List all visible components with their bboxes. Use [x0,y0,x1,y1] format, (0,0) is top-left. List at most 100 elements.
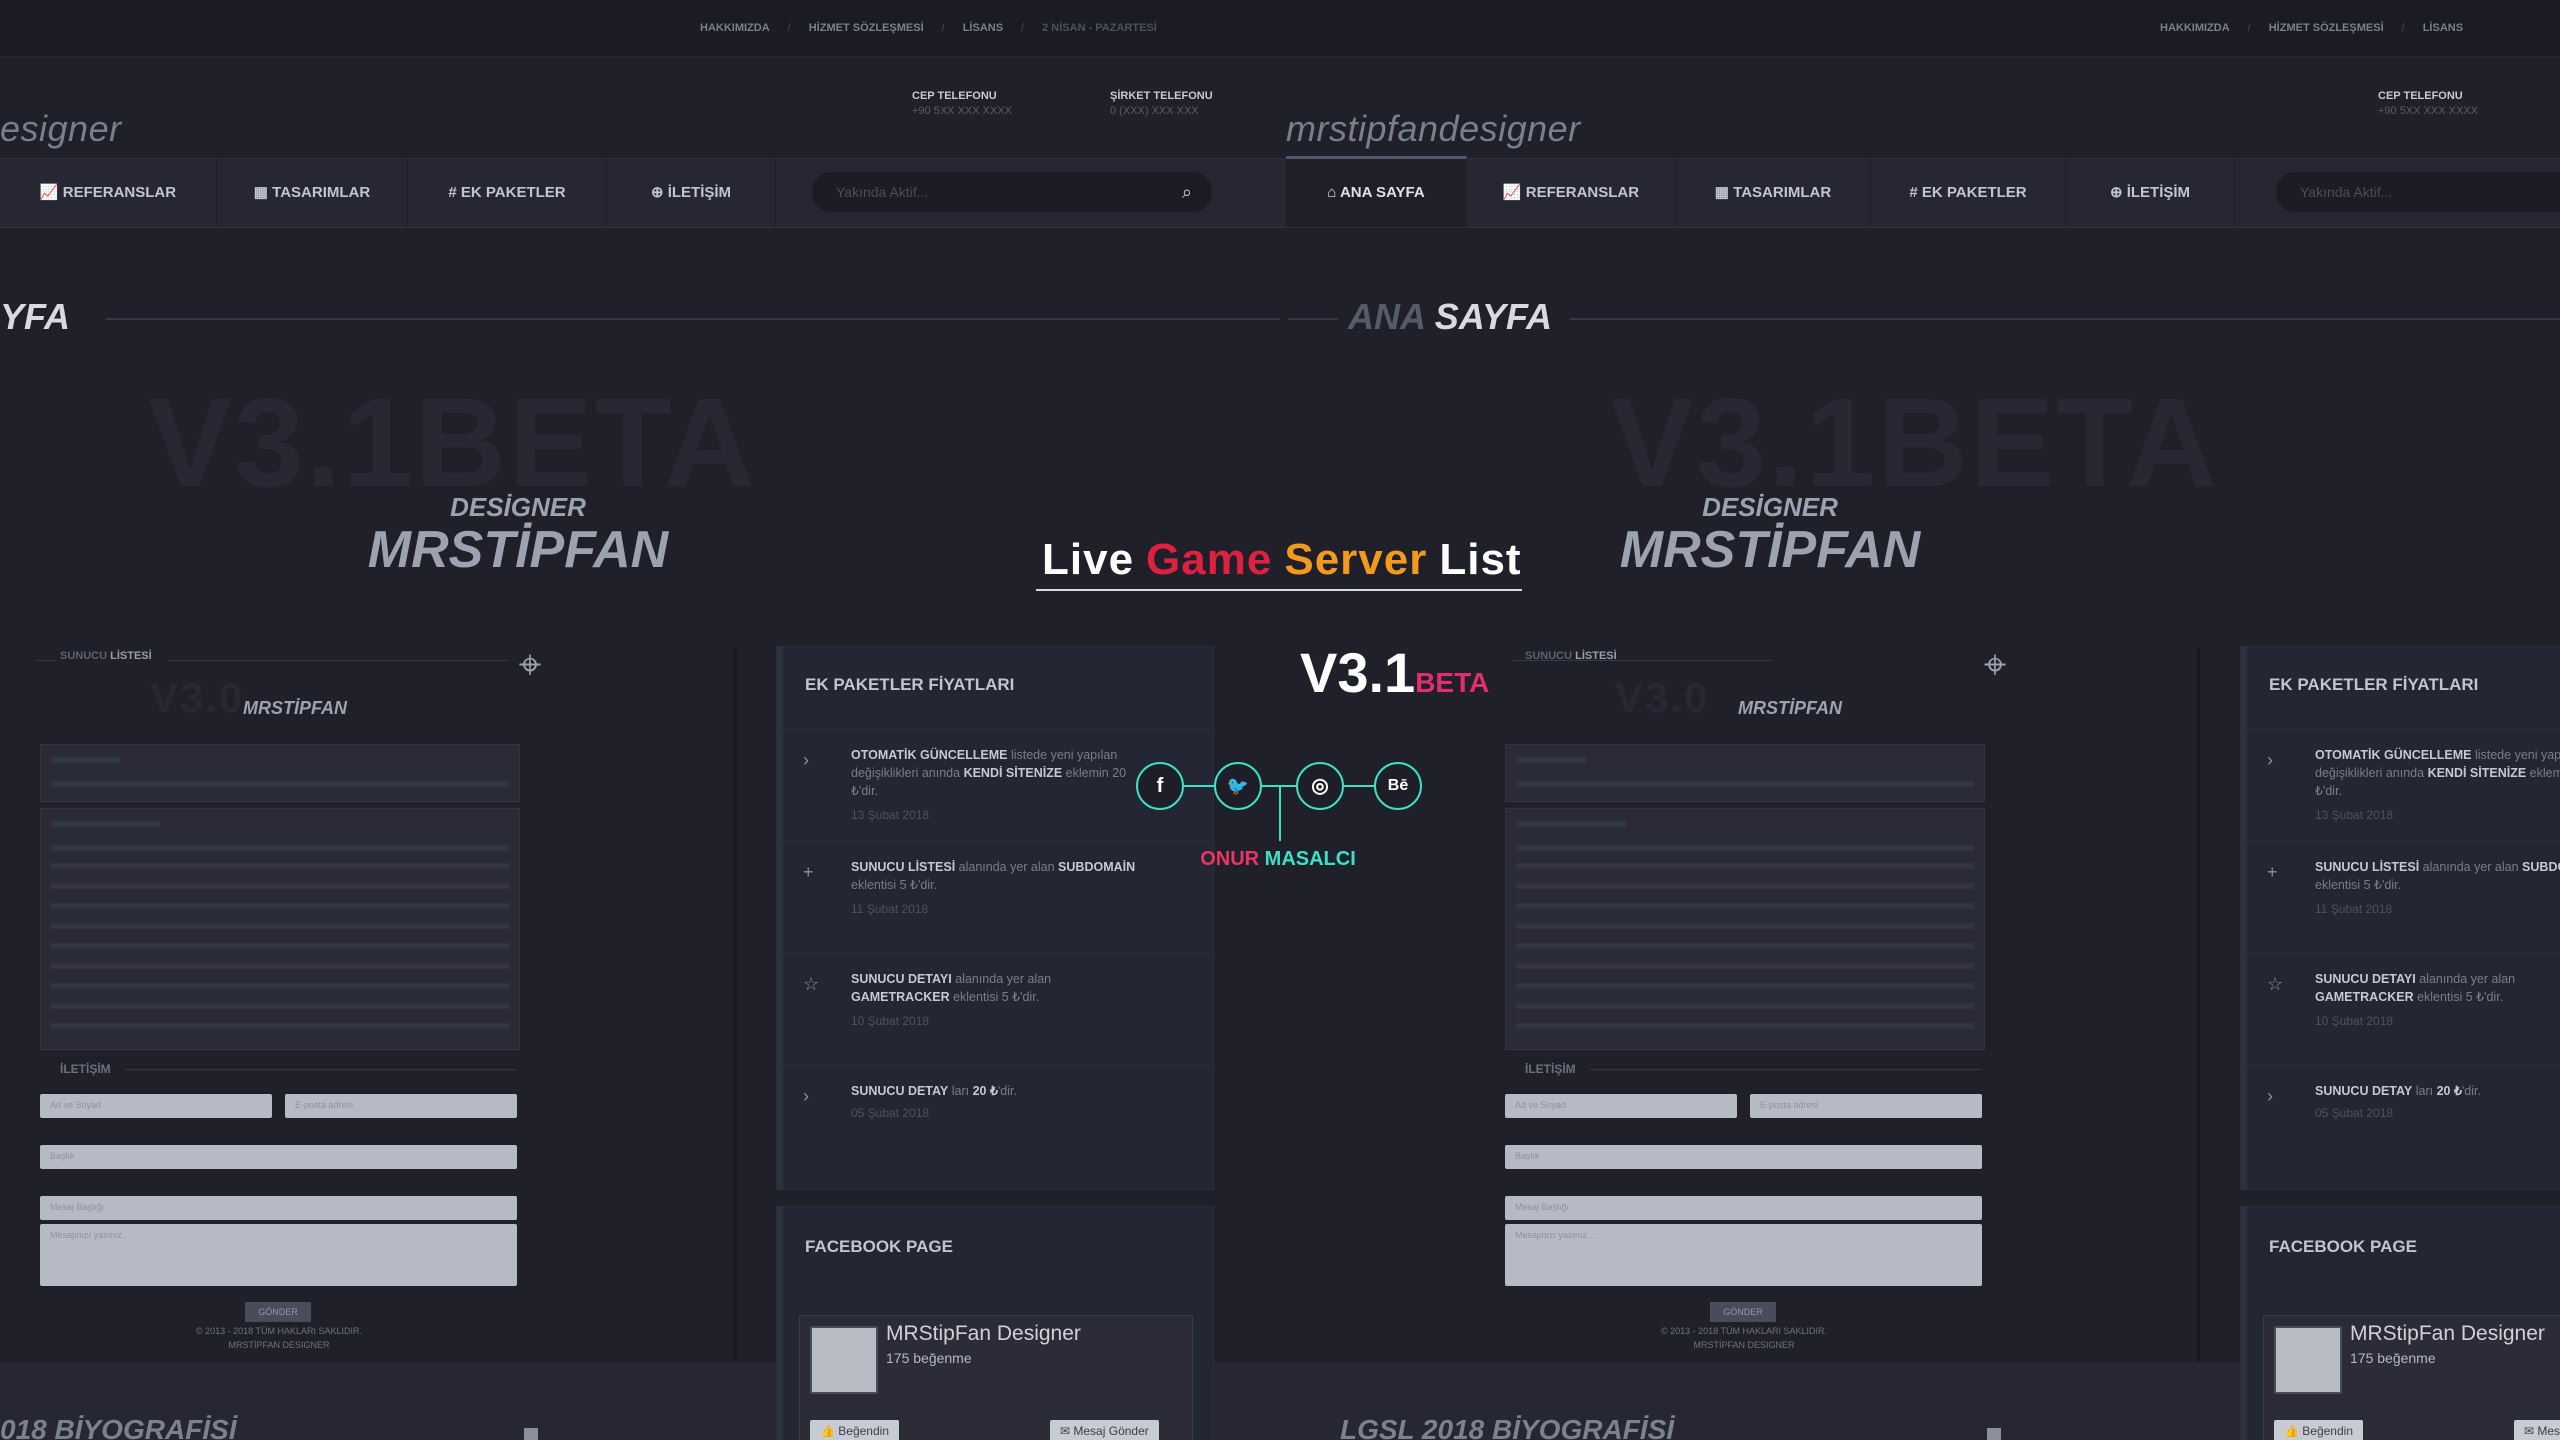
contact-line [1590,1069,1982,1070]
facebook-widget[interactable]: MRStipFan Designer 175 beğenme 👍 Beğendi… [799,1315,1193,1440]
facebook-title: FACEBOOK PAGE [805,1237,953,1256]
headline-live: Live [1042,535,1135,584]
send-button[interactable]: GÖNDER [1710,1302,1776,1322]
nav-packages[interactable]: # EK PAKETLER [1871,159,2066,227]
headline-game: Game [1146,535,1273,584]
message-title-field[interactable]: Mesaj Başlığı [1505,1196,1982,1220]
instagram-icon[interactable]: ◎ [1296,762,1344,810]
mobile-value: +90 5XX XXX XXXX [2378,105,2478,117]
like-button[interactable]: 👍 Beğendin [810,1420,899,1440]
search-icon[interactable]: ⌕ [1182,182,1192,203]
search-placeholder: Yakında Aktif... [2300,184,2393,200]
preview-row [51,983,509,989]
nav-contact[interactable]: ⊕ İLETİŞİM [607,159,776,227]
package-bold: KENDİ SİTENİZE [2427,766,2527,780]
package-bold: GAMETRACKER [851,990,950,1004]
preview-row [1516,845,1974,851]
brand-logo[interactable]: esigner [0,108,122,150]
server-list-preview [40,744,520,802]
like-button[interactable]: 👍 Beğendin [2274,1420,2363,1440]
scroll-handle[interactable] [1987,1428,2001,1440]
package-date: 05 Şubat 2018 [851,1106,930,1120]
message-field[interactable]: Mesajınızı yazınız... [40,1224,517,1286]
behance-icon[interactable]: Bē [1374,762,1422,810]
package-desc: 'dir. [997,1084,1017,1098]
mini-designer: MRSTİPFAN [1737,698,1842,718]
package-item[interactable]: ☆ SUNUCU DETAYI alanında yer alan GAMETRA… [777,953,1213,1066]
license-link[interactable]: LİSANS [2423,22,2463,34]
search-input[interactable]: Yakında Aktif... [2276,172,2560,212]
preview-row [1516,983,1974,989]
nav-packages[interactable]: # EK PAKETLER [408,159,607,227]
card-accent [777,1207,783,1440]
package-date: 10 Şubat 2018 [2315,1014,2394,1028]
preview-row [1516,757,1586,763]
footer-brand: MRSTİPFAN DESIGNER [228,1340,330,1350]
preview-row [1516,821,1626,827]
send-button[interactable]: GÖNDER [245,1302,311,1322]
contract-link[interactable]: HİZMET SÖZLEŞMESİ [2269,22,2384,34]
nav-packages-label: EK PAKETLER [1921,184,2027,201]
about-link[interactable]: HAKKIMIZDA [2160,22,2230,34]
twitter-icon[interactable]: 🐦 [1214,762,1262,810]
subject-field[interactable]: Başlık [40,1145,517,1169]
email-field[interactable]: E-posta adresi [285,1094,517,1118]
packages-title: EK PAKETLER FİYATLARI [805,675,1015,694]
nav-contact[interactable]: ⊕ İLETİŞİM [2066,159,2235,227]
package-text: OTOMATİK GÜNCELLEME listede yeni yapılan… [2315,746,2560,800]
top-bar: HAKKIMIZDA / HİZMET SÖZLEŞMESİ / LİSANS … [0,0,1280,57]
nav-home[interactable]: ⌂ ANA SAYFA [1286,156,1467,227]
name-field[interactable]: Ad ve Soyad [40,1094,272,1118]
subject-placeholder: Başlık [1515,1151,1540,1161]
package-item[interactable]: › SUNUCU DETAY ları 20 ₺'dir. 05 Şubat 201… [2241,1065,2560,1178]
email-field[interactable]: E-posta adresi [1750,1094,1982,1118]
brand-logo[interactable]: mrstipfandesigner [1286,108,1581,150]
nav-designs[interactable]: ▦ TASARIMLAR [1676,159,1871,227]
nav-designs[interactable]: ▦ TASARIMLAR [217,159,408,227]
package-date: 11 Şubat 2018 [851,902,929,916]
package-desc: eklentisi 5 ₺'dir. [2413,990,2504,1004]
package-item[interactable]: › OTOMATİK GÜNCELLEME listede yeni yapıla… [2241,729,2560,842]
search-input[interactable]: Yakında Aktif... ⌕ [812,172,1212,212]
designer-big: MRSTİPFAN [367,521,669,579]
license-link[interactable]: LİSANS [963,22,1003,34]
package-text: OTOMATİK GÜNCELLEME listede yeni yapılan… [851,746,1141,800]
preview-row [51,1003,509,1009]
package-item[interactable]: + SUNUCU LİSTESİ alanında yer alan SUBDOM… [777,841,1213,954]
subject-field[interactable]: Başlık [1505,1145,1982,1169]
package-item[interactable]: ☆ SUNUCU DETAYI alanında yer alan GAMETRA… [2241,953,2560,1066]
server-table-preview [40,808,520,1050]
package-text: SUNUCU DETAY ları 20 ₺'dir. [851,1082,1141,1100]
message-title-field[interactable]: Mesaj Başlığı [40,1196,517,1220]
nav-references[interactable]: 📈 REFERANSLAR [1467,159,1676,227]
email-placeholder: E-posta adresi [1760,1100,1819,1110]
message-field[interactable]: Mesajınızı yazınız... [1505,1224,1982,1286]
headline-list: List [1439,535,1522,584]
facebook-widget[interactable]: MRStipFan Designer 175 beğenme 👍 Beğendi… [2263,1315,2560,1440]
page-title-main: SAYFA [1434,296,1553,337]
package-item[interactable]: › SUNUCU DETAY ları 20 ₺'dir. 05 Şubat 201… [777,1065,1213,1178]
nav-references[interactable]: 📈 REFERANSLAR [0,159,217,227]
message-button[interactable]: ✉ Mesaj Gönder [1050,1420,1159,1440]
package-desc: eklentisi 5 ₺'dir. [851,878,938,892]
preview-row [1516,963,1974,969]
scroll-handle[interactable] [524,1428,538,1440]
preview-row [1516,943,1974,949]
message-button[interactable]: ✉ Mesaj Gönder [2514,1420,2560,1440]
contract-link[interactable]: HİZMET SÖZLEŞMESİ [809,22,924,34]
preview-row [51,963,509,969]
section-line-left [1288,318,1338,320]
server-list-main: LİSTESİ [110,650,152,662]
facebook-icon[interactable]: f [1136,762,1184,810]
name-field[interactable]: Ad ve Soyad [1505,1094,1737,1118]
package-date: 13 Şubat 2018 [2315,808,2394,822]
facebook-page-name[interactable]: MRStipFan Designer [2350,1322,2545,1346]
about-link[interactable]: HAKKIMIZDA [700,22,770,34]
crosshair-icon[interactable]: ⌖ [1975,645,2015,685]
crosshair-icon[interactable]: ⌖ [510,645,550,685]
author-connector [1279,787,1281,841]
facebook-page-name[interactable]: MRStipFan Designer [886,1322,1081,1346]
contact-label: İLETİŞİM [1525,1062,1576,1076]
preview-row [1516,781,1974,787]
package-item[interactable]: + SUNUCU LİSTESİ alanında yer alan SUBDOM… [2241,841,2560,954]
